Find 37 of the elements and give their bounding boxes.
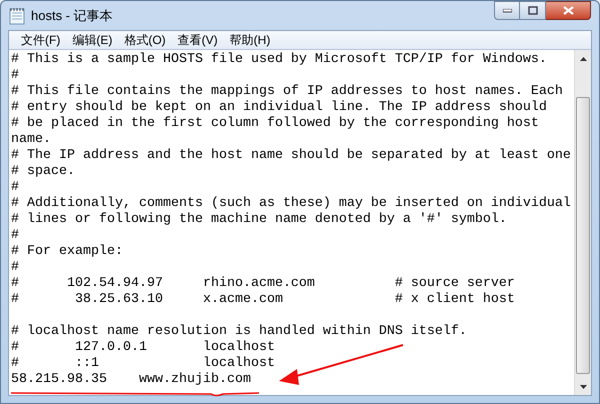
notepad-icon [9, 6, 25, 24]
text-line: name. [11, 132, 52, 148]
text-line: # ::1 localhost [11, 356, 276, 372]
text-line: # entry should be kept on an individual line. The IP address should [11, 100, 548, 116]
text-line: # Additionally, comments (such as these) may be inserted on individual [11, 196, 572, 212]
menu-item[interactable]: 查看(V) [172, 30, 224, 50]
restore-icon [528, 6, 538, 15]
text-line: # 127.0.0.1 localhost [11, 340, 276, 356]
text-line: # space. [11, 164, 76, 180]
scroll-thumb[interactable] [576, 97, 590, 374]
text-line: # The IP address and the host name should be separated by at least one [11, 148, 572, 164]
text-line: # This is a sample HOSTS file used by Microsoft TCP/IP for Windows. [11, 52, 548, 68]
maximize-button[interactable] [520, 1, 546, 20]
down-arrow-icon [580, 384, 586, 388]
minimize-icon [502, 8, 512, 12]
menu-item[interactable]: 格式(O) [118, 30, 172, 50]
close-icon [562, 6, 574, 15]
minimize-button[interactable] [494, 1, 520, 20]
text-line: # [11, 228, 20, 244]
menu-item[interactable]: 文件(F) [15, 30, 66, 50]
menu-item[interactable]: 帮助(H) [224, 30, 276, 50]
text-line: # [11, 68, 20, 84]
close-button[interactable] [546, 1, 591, 20]
text-line: # [11, 260, 20, 276]
up-arrow-icon [580, 56, 586, 60]
text-line: # For example: [11, 244, 124, 260]
text-line: # This file contains the mappings of IP addresses to host names. Each [11, 84, 564, 100]
text-line: 58.215.98.35 www.zhujib.com [11, 372, 252, 388]
text-line: # [11, 180, 20, 196]
text-line: # localhost name resolution is handled within DNS itself. [11, 324, 468, 340]
text-line: # be placed in the first column followed by the corresponding host [11, 116, 540, 132]
menu-item[interactable]: 编辑(E) [66, 30, 118, 50]
window-title: hosts - 记事本 [31, 6, 113, 25]
text-line: # lines or following the machine name denoted by a '#' symbol. [11, 212, 508, 228]
text-line: # 38.25.63.10 x.acme.com # x client host [11, 292, 516, 308]
text-line: # 102.54.94.97 rhino.acme.com # source server [11, 276, 516, 292]
vertical-scrollbar[interactable] [574, 50, 591, 395]
